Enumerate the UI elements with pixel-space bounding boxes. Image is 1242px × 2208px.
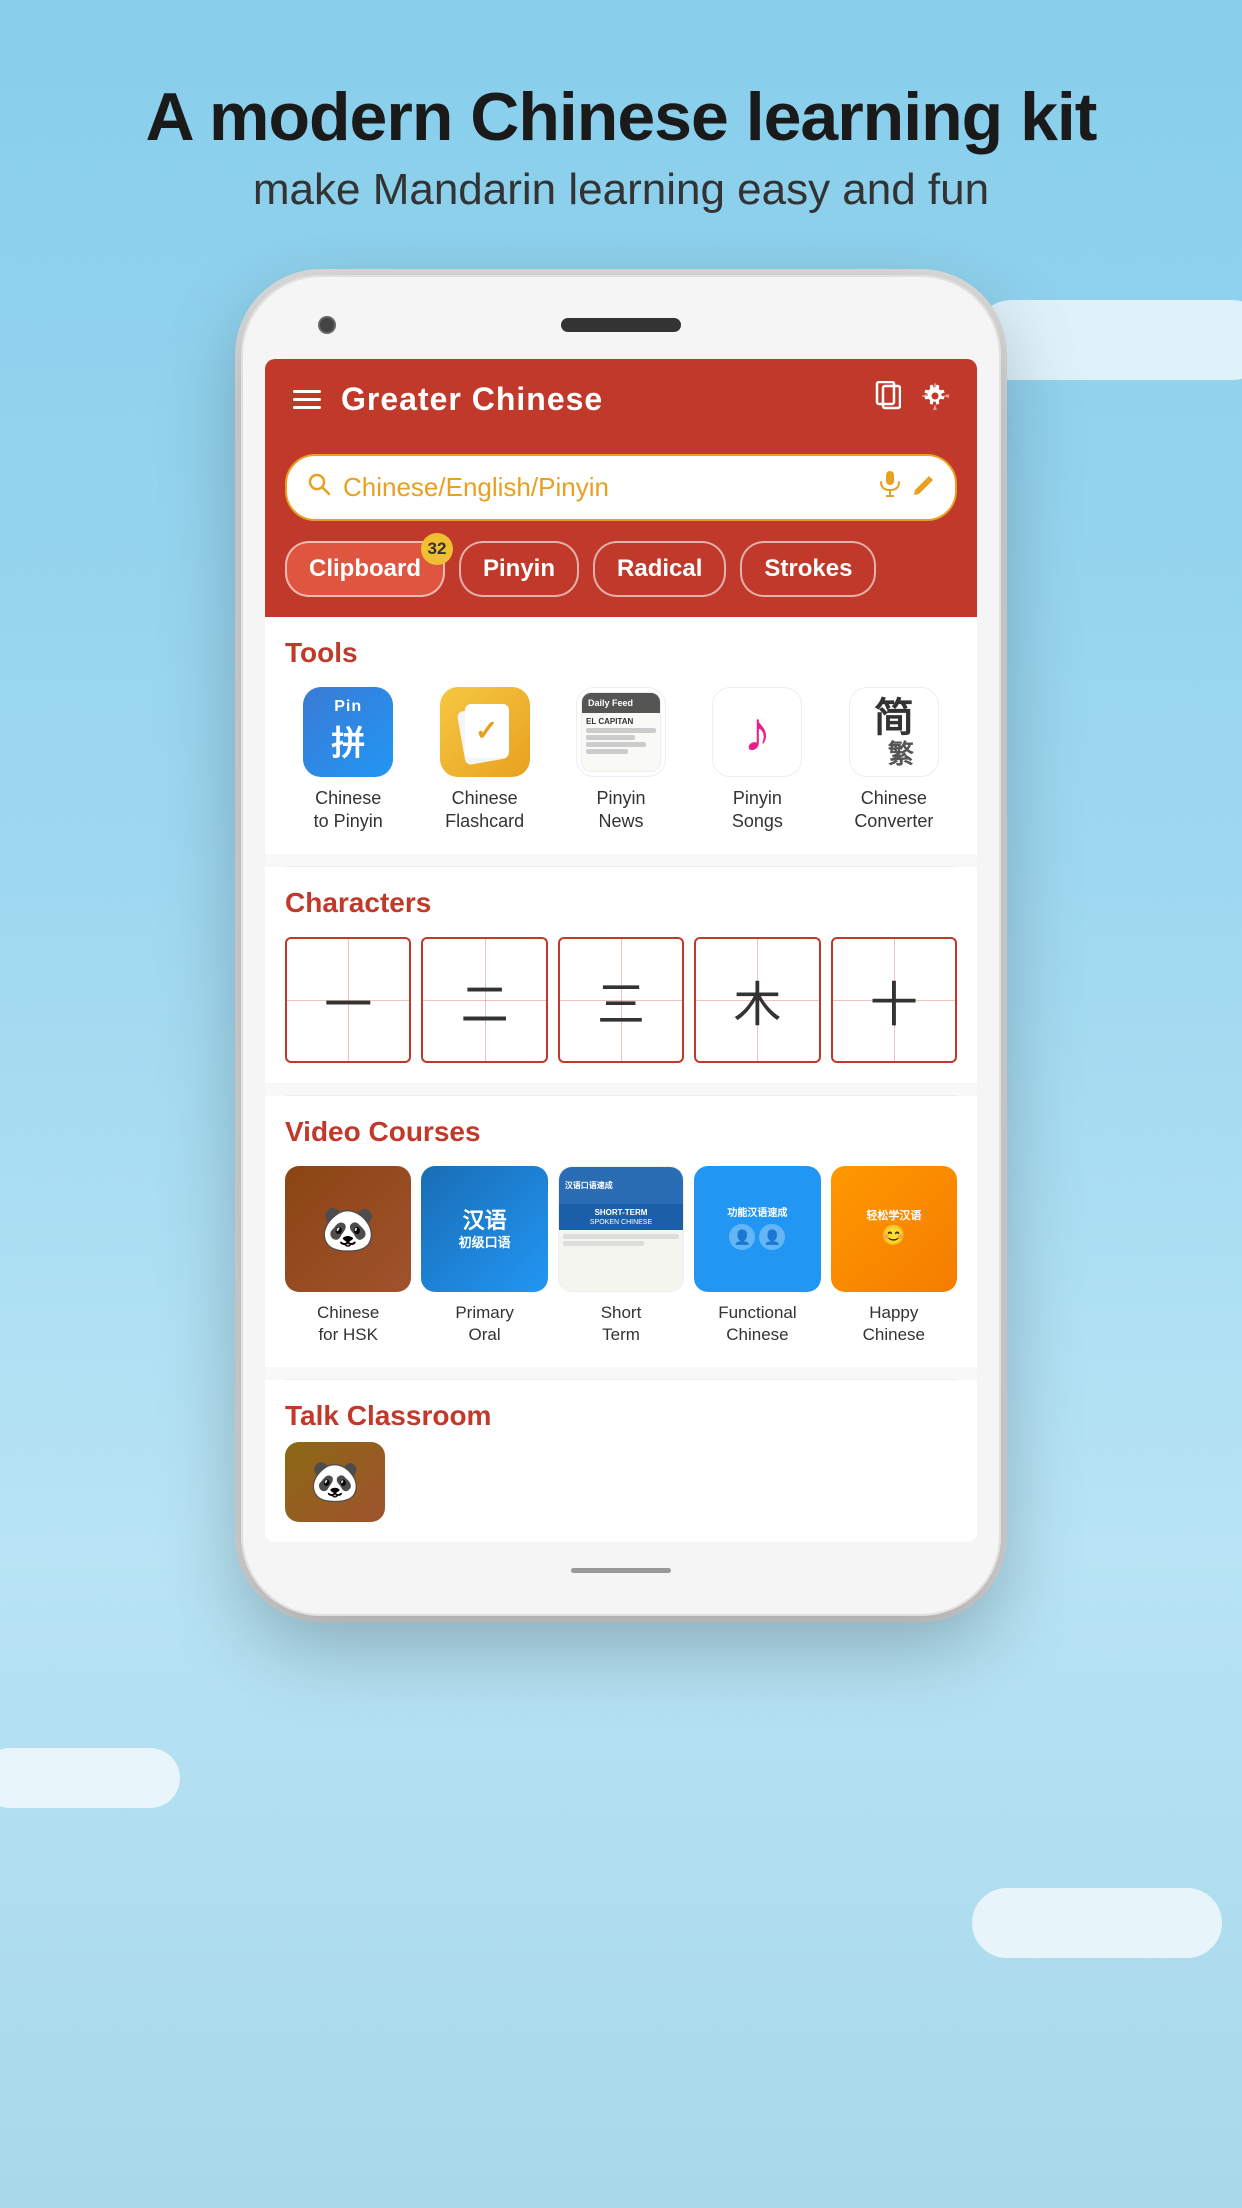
tools-section: Tools Pin 拼 Chineseto Pinyin (265, 617, 977, 854)
clipboard-badge: 32 (421, 533, 453, 565)
main-subheadline: make Mandarin learning easy and fun (146, 165, 1097, 215)
pinyin-icon-char: 拼 (331, 716, 365, 765)
phone-speaker (561, 318, 681, 332)
nav-left: Greater Chinese (293, 381, 603, 418)
app-screen: Greater Chinese (265, 359, 977, 1542)
char-item-2[interactable]: 二 (421, 937, 547, 1063)
microphone-icon[interactable] (879, 470, 901, 505)
oral-label: PrimaryOral (455, 1302, 514, 1346)
menu-button[interactable] (293, 390, 321, 409)
pinyin-icon-top: Pin (334, 698, 362, 716)
radical-button[interactable]: Radical (593, 541, 726, 597)
search-area: Chinese/English/Pinyin (265, 440, 977, 541)
pinyin-tool-label: Chineseto Pinyin (314, 787, 383, 834)
simplified-char: 简 (874, 696, 914, 740)
app-navbar: Greater Chinese (265, 359, 977, 440)
search-placeholder: Chinese/English/Pinyin (343, 472, 867, 503)
hsk-label: Chinesefor HSK (317, 1302, 379, 1346)
clipboard-button[interactable]: Clipboard 32 (285, 541, 445, 597)
news-icon: Daily Feed EL CAPITAN (576, 687, 666, 777)
tools-grid: Pin 拼 Chineseto Pinyin (285, 687, 957, 834)
talk-classroom-section: Talk Classroom 🐼 (265, 1380, 977, 1542)
news-tool-label: PinyinNews (597, 787, 646, 834)
characters-grid: 一 二 三 木 十 (285, 937, 957, 1063)
happy-label: HappyChinese (863, 1302, 925, 1346)
characters-title: Characters (285, 887, 957, 919)
video-courses-section: Video Courses 🐼 Chinesefor HSK (265, 1096, 977, 1367)
songs-icon: ♪ (712, 687, 802, 777)
search-bar[interactable]: Chinese/English/Pinyin (285, 454, 957, 521)
bookmark-icon[interactable] (875, 381, 901, 418)
traditional-char: 繁 (888, 740, 914, 769)
tool-converter[interactable]: 简 繁 ChineseConverter (831, 687, 957, 834)
songs-tool-label: PinyinSongs (732, 787, 783, 834)
app-content: Tools Pin 拼 Chineseto Pinyin (265, 617, 977, 1542)
cloud-decoration-3 (972, 1888, 1222, 1958)
char-item-3[interactable]: 三 (558, 937, 684, 1063)
char-4: 木 (733, 965, 781, 1035)
char-item-4[interactable]: 木 (694, 937, 820, 1063)
talk-preview-thumbnail[interactable]: 🐼 (285, 1442, 385, 1522)
pinyin-button[interactable]: Pinyin (459, 541, 579, 597)
pencil-icon[interactable] (913, 472, 935, 503)
main-headline: A modern Chinese learning kit (146, 80, 1097, 155)
char-5: 十 (870, 965, 918, 1035)
flashcard-tool-label: ChineseFlashcard (445, 787, 524, 834)
video-functional[interactable]: 功能汉语速成 👤 👤 FunctionalChinese (694, 1166, 820, 1347)
strokes-button[interactable]: Strokes (740, 541, 876, 597)
video-courses-title: Video Courses (285, 1116, 957, 1148)
converter-tool-label: ChineseConverter (854, 787, 933, 834)
cloud-decoration-2 (0, 1748, 180, 1808)
char-item-1[interactable]: 一 (285, 937, 411, 1063)
oral-text: 汉语 初级口语 (459, 1208, 511, 1250)
oral-thumbnail: 汉语 初级口语 (421, 1166, 547, 1292)
phone-top-hardware (265, 305, 977, 345)
tool-songs[interactable]: ♪ PinyinSongs (694, 687, 820, 834)
char-1: 一 (324, 965, 372, 1035)
cloud-decoration-1 (972, 300, 1242, 380)
home-indicator (571, 1568, 671, 1573)
functional-label: FunctionalChinese (718, 1302, 796, 1346)
video-happy[interactable]: 轻松学汉语 😊 HappyChinese (831, 1166, 957, 1347)
video-hsk[interactable]: 🐼 Chinesefor HSK (285, 1166, 411, 1347)
app-title: Greater Chinese (341, 381, 603, 418)
char-3: 三 (597, 965, 645, 1035)
settings-icon[interactable] (921, 382, 949, 417)
hsk-thumbnail: 🐼 (285, 1166, 411, 1292)
front-camera (320, 318, 334, 332)
phone-bottom (265, 1556, 977, 1586)
pinyin-icon: Pin 拼 (303, 687, 393, 777)
char-2: 二 (461, 965, 509, 1035)
short-thumbnail: 汉语口语速成 SHORT-TERM SPOKEN CHINESE (558, 1166, 684, 1292)
flashcard-icon: ✓ (440, 687, 530, 777)
video-short[interactable]: 汉语口语速成 SHORT-TERM SPOKEN CHINESE (558, 1166, 684, 1347)
tool-pinyin-converter[interactable]: Pin 拼 Chineseto Pinyin (285, 687, 411, 834)
search-icon (307, 472, 331, 503)
char-item-5[interactable]: 十 (831, 937, 957, 1063)
page-header: A modern Chinese learning kit make Manda… (146, 80, 1097, 215)
happy-thumbnail: 轻松学汉语 😊 (831, 1166, 957, 1292)
talk-classroom-title: Talk Classroom (285, 1400, 957, 1432)
phone-body: Greater Chinese (241, 275, 1001, 1616)
nav-right (875, 381, 949, 418)
tool-news[interactable]: Daily Feed EL CAPITAN (558, 687, 684, 834)
converter-icon: 简 繁 (849, 687, 939, 777)
tool-flashcard[interactable]: ✓ ChineseFlashcard (421, 687, 547, 834)
functional-thumbnail: 功能汉语速成 👤 👤 (694, 1166, 820, 1292)
video-oral[interactable]: 汉语 初级口语 PrimaryOral (421, 1166, 547, 1347)
video-grid: 🐼 Chinesefor HSK 汉语 初级口语 (285, 1166, 957, 1347)
quick-buttons-bar: Clipboard 32 Pinyin Radical Strokes (265, 541, 977, 617)
characters-section: Characters 一 二 三 木 (265, 867, 977, 1083)
phone-frame: Greater Chinese (241, 275, 1001, 1616)
panda-emoji: 🐼 (321, 1203, 376, 1255)
tools-section-title: Tools (285, 637, 957, 669)
short-label: ShortTerm (601, 1302, 642, 1346)
